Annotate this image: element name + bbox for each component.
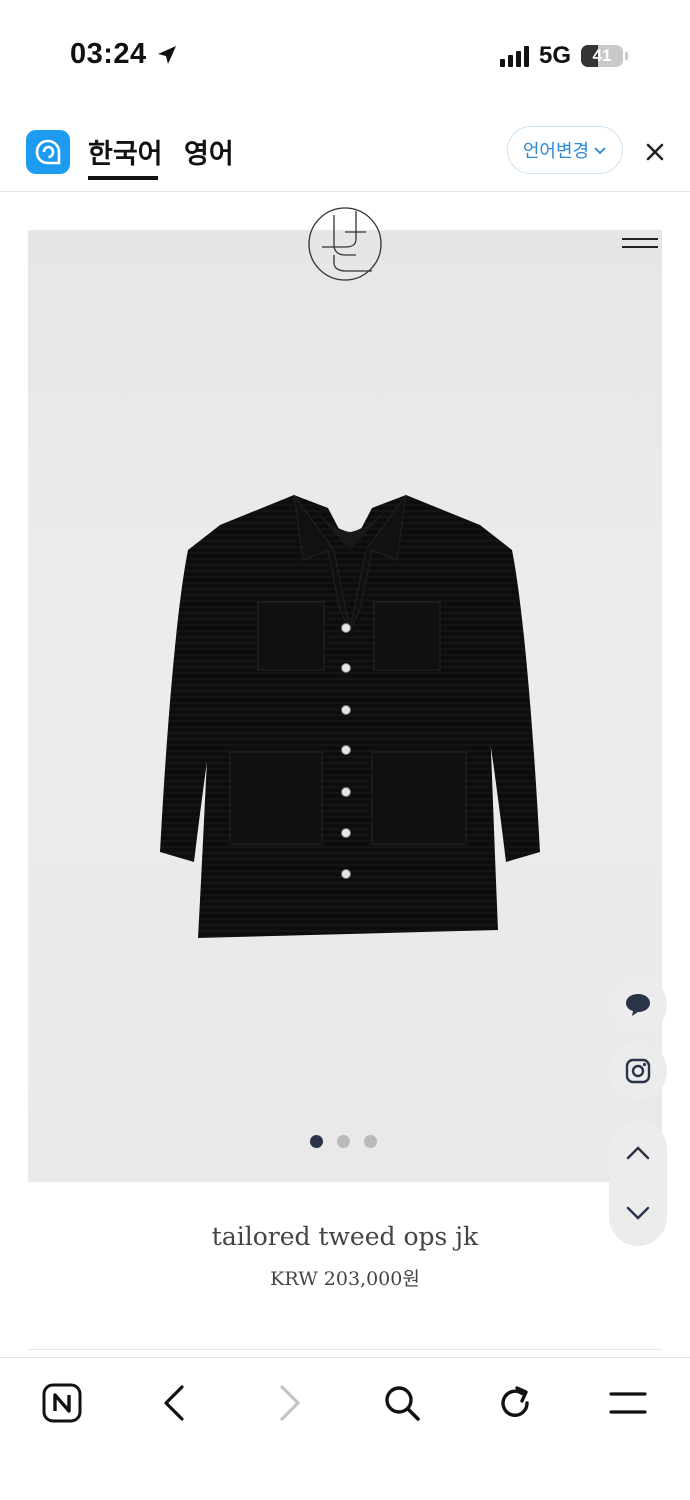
reload-icon (501, 1386, 529, 1417)
tab-korean[interactable]: 한국어 (88, 132, 163, 171)
carousel-dot[interactable] (310, 1135, 323, 1148)
location-arrow-icon (157, 45, 176, 64)
instagram-button[interactable] (609, 1042, 667, 1100)
search-button[interactable] (379, 1380, 425, 1426)
divider (28, 1349, 662, 1350)
chevron-down-icon (594, 147, 606, 155)
back-icon (164, 1385, 184, 1421)
chat-button[interactable] (609, 976, 667, 1034)
signal-icon (499, 45, 529, 67)
search-icon (385, 1386, 420, 1421)
site-menu-icon[interactable] (622, 238, 658, 252)
battery-tip (625, 52, 628, 60)
chat-icon (626, 994, 650, 1016)
language-change-button[interactable]: 언어변경 (507, 126, 623, 174)
jacket-image (160, 494, 540, 938)
menu-icon (609, 1392, 647, 1414)
naver-home-button[interactable] (39, 1380, 85, 1426)
carousel-dot[interactable] (337, 1135, 350, 1148)
close-icon[interactable] (641, 138, 669, 166)
papago-logo-icon[interactable] (26, 130, 70, 174)
back-button[interactable] (152, 1380, 198, 1426)
forward-button[interactable] (266, 1380, 312, 1426)
translation-bar: 한국어 영어 언어변경 (0, 110, 690, 192)
naver-home-icon (42, 1383, 82, 1423)
forward-icon (280, 1385, 300, 1421)
status-indicators: 5G 41 (499, 42, 628, 70)
reload-button[interactable] (492, 1380, 538, 1426)
product-price: KRW 203,000원 (270, 1268, 420, 1290)
active-tab-indicator (88, 176, 158, 180)
home-indicator (227, 1478, 463, 1486)
tab-english[interactable]: 영어 (184, 132, 234, 171)
battery-icon: 41 (581, 45, 623, 67)
network-type: 5G (538, 42, 571, 69)
carousel-dot[interactable] (364, 1135, 377, 1148)
arrow-down-icon[interactable] (626, 1204, 650, 1222)
status-bar: 03:24 5G 41 (0, 0, 690, 110)
carousel-dots (310, 1135, 377, 1148)
brand-logo-icon[interactable] (306, 205, 384, 283)
instagram-icon (625, 1058, 651, 1084)
browser-toolbar (0, 1357, 690, 1447)
language-change-label: 언어변경 (522, 141, 590, 161)
browser-menu-button[interactable] (605, 1380, 651, 1426)
battery-level: 41 (592, 46, 612, 65)
product-name[interactable]: tailored tweed ops jk (0, 1222, 690, 1251)
arrow-up-icon[interactable] (626, 1144, 650, 1162)
status-time: 03:24 (70, 38, 179, 71)
clock-text: 03:24 (70, 38, 147, 70)
